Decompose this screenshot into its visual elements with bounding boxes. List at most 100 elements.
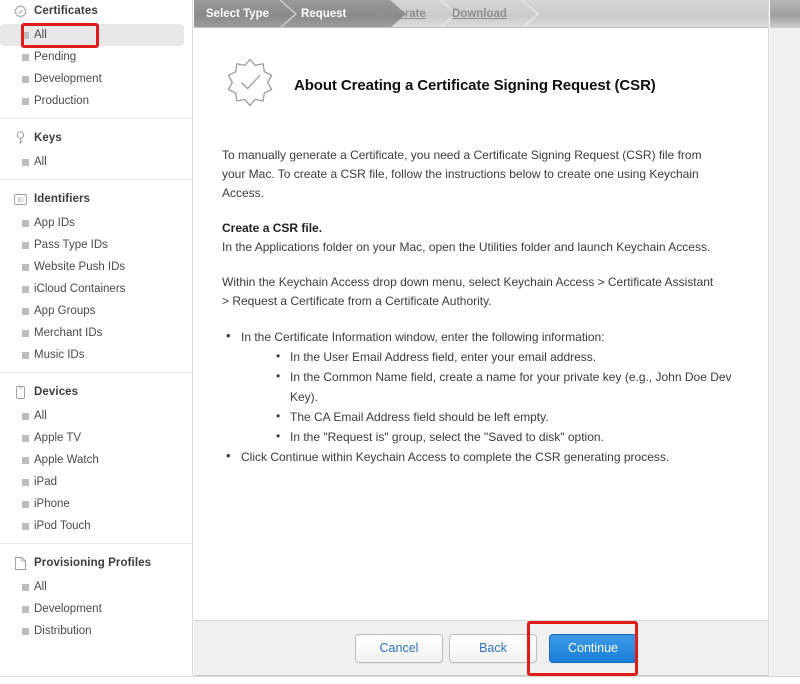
sidebar-item-profiles-distribution[interactable]: Distribution — [0, 620, 184, 642]
bullet-icon — [22, 76, 29, 83]
sidebar-group-label: Provisioning Profiles — [34, 557, 152, 569]
sidebar-item-label: App IDs — [34, 217, 75, 229]
sidebar-item-label: App Groups — [34, 305, 96, 317]
document-page-icon — [14, 556, 27, 570]
bottom-divider — [0, 676, 800, 677]
sidebar-item-profiles-development[interactable]: Development — [0, 598, 184, 620]
content-area: About Creating a Certificate Signing Req… — [194, 28, 768, 620]
step-applications-paragraph: In the Applications folder on your Mac, … — [222, 240, 711, 254]
certificate-badge-icon — [14, 4, 27, 18]
sidebar-group-identifiers: ID Identifiers App IDs Pass Type IDs Web… — [0, 179, 192, 372]
sidebar-item-app-groups[interactable]: App Groups — [0, 300, 184, 322]
bottom-strip — [0, 676, 800, 684]
bullet-icon — [22, 264, 29, 271]
bullet-icon — [22, 628, 29, 635]
sidebar-group-devices: Devices All Apple TV Apple Watch iPad iP… — [0, 372, 192, 543]
sidebar-item-development[interactable]: Development — [0, 68, 184, 90]
right-gutter-header — [770, 0, 800, 28]
sidebar-item-all[interactable]: All — [0, 24, 184, 46]
app-window: Certificates All Pending Development Pro… — [0, 0, 800, 684]
sidebar-item-production[interactable]: Production — [0, 90, 184, 112]
body-text: To manually generate a Certificate, you … — [222, 146, 739, 467]
sidebar-group-label: Identifiers — [34, 193, 91, 205]
instructions-list: In the Certificate Information window, e… — [222, 326, 739, 467]
sidebar-item-app-ids[interactable]: App IDs — [0, 212, 184, 234]
step-download[interactable]: Download — [452, 0, 507, 28]
list-item-text: The CA Email Address field should be lef… — [290, 410, 549, 424]
sidebar-item-devices-all[interactable]: All — [0, 405, 184, 427]
bullet-icon — [22, 584, 29, 591]
step-menu-paragraph: Within the Keychain Access drop down men… — [222, 275, 714, 308]
sidebar-item-iphone[interactable]: iPhone — [0, 493, 184, 515]
stepper-labels: Select Type Request Generate Download — [194, 0, 768, 28]
device-phone-icon — [14, 385, 27, 399]
sidebar-item-pending[interactable]: Pending — [0, 46, 184, 68]
continue-button[interactable]: Continue — [549, 633, 637, 663]
sidebar-item-label: Production — [34, 95, 89, 107]
key-icon — [14, 131, 27, 145]
sidebar-item-label: Apple Watch — [34, 454, 99, 466]
main-pane: Select Type Request Generate Download Ab… — [194, 0, 769, 684]
sidebar-group-label: Devices — [34, 386, 79, 398]
list-item: In the Certificate Information window, e… — [222, 326, 739, 447]
step-request[interactable]: Request — [301, 0, 346, 28]
bullet-icon — [22, 330, 29, 337]
sidebar-item-label: Development — [34, 603, 102, 615]
bullet-icon — [22, 523, 29, 530]
page-title: About Creating a Certificate Signing Req… — [294, 76, 656, 94]
bullet-icon — [22, 286, 29, 293]
sidebar-group-header-identifiers: ID Identifiers — [0, 188, 192, 210]
intro-paragraph: To manually generate a Certificate, you … — [222, 148, 702, 200]
bullet-icon — [22, 159, 29, 166]
sidebar-group-provisioning-profiles: Provisioning Profiles All Development Di… — [0, 543, 192, 648]
sidebar-item-label: iPhone — [34, 498, 70, 510]
sidebar-item-icloud-containers[interactable]: iCloud Containers — [0, 278, 184, 300]
sidebar-item-apple-tv[interactable]: Apple TV — [0, 427, 184, 449]
sidebar-item-label: All — [34, 29, 47, 41]
sidebar-item-merchant-ids[interactable]: Merchant IDs — [0, 322, 184, 344]
sidebar-item-music-ids[interactable]: Music IDs — [0, 344, 184, 366]
cancel-button[interactable]: Cancel — [355, 633, 443, 663]
sidebar-item-website-push-ids[interactable]: Website Push IDs — [0, 256, 184, 278]
sidebar-item-label: Pending — [34, 51, 77, 63]
list-item: In the User Email Address field, enter y… — [273, 346, 739, 367]
list-item: In the Common Name field, create a name … — [273, 366, 739, 407]
sidebar-item-label: iPad — [34, 476, 58, 488]
sidebar-group-label: Keys — [34, 132, 62, 144]
bullet-icon — [22, 606, 29, 613]
sidebar-item-label: Development — [34, 73, 102, 85]
certificate-badge-check-icon — [222, 57, 278, 113]
sidebar-item-pass-type-ids[interactable]: Pass Type IDs — [0, 234, 184, 256]
right-gutter — [770, 0, 800, 684]
list-item-text: In the "Request is" group, select the "S… — [290, 430, 604, 444]
sidebar-item-ipad[interactable]: iPad — [0, 471, 184, 493]
sidebar-item-label: iCloud Containers — [34, 283, 126, 295]
list-item-text: In the Common Name field, create a name … — [290, 370, 732, 404]
bullet-icon — [22, 98, 29, 105]
wizard-stepper: Select Type Request Generate Download — [194, 0, 768, 28]
instructions-sublist: In the User Email Address field, enter y… — [273, 346, 739, 447]
bullet-icon — [22, 220, 29, 227]
sidebar-item-profiles-all[interactable]: All — [0, 576, 184, 598]
list-item: In the "Request is" group, select the "S… — [273, 426, 739, 447]
step-generate[interactable]: Generate — [376, 0, 426, 28]
bullet-icon — [22, 54, 29, 61]
bullet-icon — [22, 501, 29, 508]
bullet-icon — [22, 413, 29, 420]
sidebar-item-ipod-touch[interactable]: iPod Touch — [0, 515, 184, 537]
step-select-type[interactable]: Select Type — [206, 0, 269, 28]
sidebar-group-header-certificates: Certificates — [0, 0, 192, 22]
back-button[interactable]: Back — [449, 633, 537, 663]
page-header: About Creating a Certificate Signing Req… — [222, 54, 739, 116]
list-item: The CA Email Address field should be lef… — [273, 406, 739, 427]
sidebar-item-label: iPod Touch — [34, 520, 91, 532]
identifier-id-icon: ID — [14, 192, 27, 206]
sidebar-item-label: Music IDs — [34, 349, 85, 361]
bullet-icon — [22, 352, 29, 359]
wizard-footer: Cancel Back Continue — [194, 620, 768, 676]
sidebar-group-header-devices: Devices — [0, 381, 192, 403]
sidebar-item-label: Pass Type IDs — [34, 239, 108, 251]
sidebar-item-apple-watch[interactable]: Apple Watch — [0, 449, 184, 471]
bullet-icon — [22, 242, 29, 249]
sidebar-item-keys-all[interactable]: All — [0, 151, 184, 173]
